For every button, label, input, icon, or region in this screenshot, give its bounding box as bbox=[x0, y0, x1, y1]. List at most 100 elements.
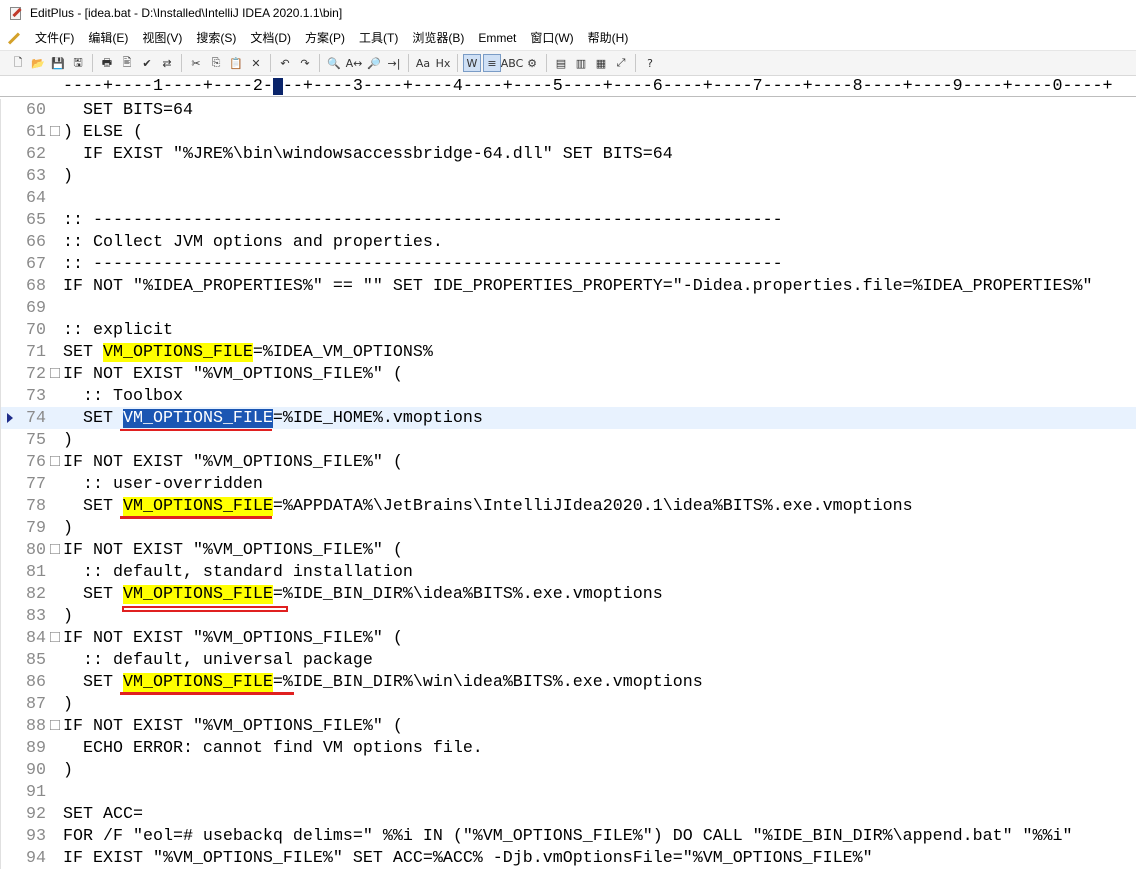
code-line[interactable]: 78 SET VM_OPTIONS_FILE=%APPDATA%\JetBrai… bbox=[0, 495, 1136, 517]
menu-item-10[interactable]: 帮助(H) bbox=[581, 28, 636, 48]
fold-toggle-icon[interactable]: □ bbox=[50, 453, 60, 472]
code-line[interactable]: 60 SET BITS=64 bbox=[0, 99, 1136, 121]
code-line[interactable]: 93 FOR /F "eol=# usebackq delims=" %%i IN… bbox=[0, 825, 1136, 847]
find-replace-icon[interactable]: A↔ bbox=[345, 54, 363, 72]
line-number: 83 bbox=[26, 606, 46, 626]
code-line[interactable]: 63) bbox=[0, 165, 1136, 187]
replace-icon[interactable]: ⇄ bbox=[158, 54, 176, 72]
menu-item-1[interactable]: 编辑(E) bbox=[81, 28, 135, 48]
code-line[interactable]: 88 □ IF NOT EXIST "%VM_OPTIONS_FILE%" ( bbox=[0, 715, 1136, 737]
code-line[interactable]: 61 □) ELSE ( bbox=[0, 121, 1136, 143]
code-text: ) bbox=[63, 761, 73, 780]
open-folder-icon[interactable]: 📂 bbox=[29, 54, 47, 72]
help-icon[interactable]: ? bbox=[641, 54, 659, 72]
menu-item-7[interactable]: 浏览器(B) bbox=[405, 28, 471, 48]
line-number: 78 bbox=[26, 496, 46, 516]
code-line[interactable]: 94 IF EXIST "%VM_OPTIONS_FILE%" SET ACC=%… bbox=[0, 847, 1136, 869]
fold-toggle-icon[interactable]: □ bbox=[50, 123, 60, 142]
code-line[interactable]: 85 :: default, universal package bbox=[0, 649, 1136, 671]
document-selector-icon[interactable]: ▥ bbox=[572, 54, 590, 72]
code-text: ECHO ERROR: cannot find VM options file. bbox=[63, 739, 483, 758]
delete-icon[interactable]: ✕ bbox=[247, 54, 265, 72]
toolbar-separator bbox=[319, 54, 320, 72]
code-text: ) bbox=[63, 695, 73, 714]
code-line[interactable]: 79) bbox=[0, 517, 1136, 539]
find-icon[interactable]: 🔍 bbox=[325, 54, 343, 72]
code-line[interactable]: 84 □ IF NOT EXIST "%VM_OPTIONS_FILE%" ( bbox=[0, 627, 1136, 649]
column-select-icon[interactable]: ABC bbox=[501, 54, 524, 72]
menu-item-6[interactable]: 工具(T) bbox=[352, 28, 405, 48]
code-line[interactable]: 83) bbox=[0, 605, 1136, 627]
toolbar-separator bbox=[408, 54, 409, 72]
browser-icon[interactable]: ▦ bbox=[592, 54, 610, 72]
settings-icon[interactable]: ⚙ bbox=[523, 54, 541, 72]
menu-item-2[interactable]: 视图(V) bbox=[135, 28, 189, 48]
code-line[interactable]: 75) bbox=[0, 429, 1136, 451]
find-in-files-icon[interactable]: 🔎 bbox=[365, 54, 383, 72]
menu-item-5[interactable]: 方案(P) bbox=[298, 28, 352, 48]
fold-toggle-icon[interactable]: □ bbox=[50, 365, 60, 384]
fold-toggle-icon[interactable]: □ bbox=[50, 717, 60, 736]
code-line[interactable]: 77 :: user-overridden bbox=[0, 473, 1136, 495]
menu-item-0[interactable]: 文件(F) bbox=[28, 28, 81, 48]
code-line[interactable]: 68 IF NOT "%IDEA_PROPERTIES%" == "" SET I… bbox=[0, 275, 1136, 297]
code-line[interactable]: 91 bbox=[0, 781, 1136, 803]
menu-item-8[interactable]: Emmet bbox=[471, 28, 523, 48]
line-number: 77 bbox=[26, 474, 46, 494]
code-line[interactable]: 73 :: Toolbox bbox=[0, 385, 1136, 407]
line-numbers-icon[interactable]: ≡ bbox=[483, 54, 501, 72]
code-line[interactable]: 76 □ IF NOT EXIST "%VM_OPTIONS_FILE%" ( bbox=[0, 451, 1136, 473]
code-line[interactable]: 87) bbox=[0, 693, 1136, 715]
code-line[interactable]: 65:: -----------------------------------… bbox=[0, 209, 1136, 231]
code-line[interactable]: 71 SET VM_OPTIONS_FILE=%IDEA_VM_OPTIONS% bbox=[0, 341, 1136, 363]
hex-icon[interactable]: Hx bbox=[434, 54, 452, 72]
code-line[interactable]: 72 □ IF NOT EXIST "%VM_OPTIONS_FILE%" ( bbox=[0, 363, 1136, 385]
undo-icon[interactable]: ↶ bbox=[276, 54, 294, 72]
code-editor[interactable]: 60 SET BITS=64 61 □) ELSE (62 IF EXIST "%J… bbox=[0, 99, 1136, 869]
line-number: 61 bbox=[26, 122, 46, 142]
fold-toggle-icon[interactable]: □ bbox=[50, 541, 60, 560]
code-line[interactable]: 80 □ IF NOT EXIST "%VM_OPTIONS_FILE%" ( bbox=[0, 539, 1136, 561]
code-text: :: explicit bbox=[63, 321, 173, 340]
code-line[interactable]: 70:: explicit bbox=[0, 319, 1136, 341]
print-icon[interactable]: 🖶 bbox=[98, 54, 116, 72]
code-line[interactable]: 82 SET VM_OPTIONS_FILE=%IDE_BIN_DIR%\ide… bbox=[0, 583, 1136, 605]
code-token: SET bbox=[63, 584, 123, 604]
code-line[interactable]: 92 SET ACC= bbox=[0, 803, 1136, 825]
code-line[interactable]: 66:: Collect JVM options and properties. bbox=[0, 231, 1136, 253]
spell-check-icon[interactable]: ✔ bbox=[138, 54, 156, 72]
print-preview-icon[interactable]: 🖹 bbox=[118, 54, 136, 72]
window-list-icon[interactable]: ▤ bbox=[552, 54, 570, 72]
cut-icon[interactable]: ✂ bbox=[187, 54, 205, 72]
save-all-icon[interactable]: 🖫 bbox=[69, 54, 87, 72]
paste-icon[interactable]: 📋 bbox=[227, 54, 245, 72]
code-line[interactable]: 81 :: default, standard installation bbox=[0, 561, 1136, 583]
menu-item-4[interactable]: 文档(D) bbox=[243, 28, 298, 48]
copy-icon[interactable]: ⎘ bbox=[207, 54, 225, 72]
code-line[interactable]: 64 bbox=[0, 187, 1136, 209]
code-line[interactable]: 67:: -----------------------------------… bbox=[0, 253, 1136, 275]
fullscreen-icon[interactable]: ⤢ bbox=[612, 54, 630, 72]
code-line[interactable]: 62 IF EXIST "%JRE%\bin\windowsaccessbrid… bbox=[0, 143, 1136, 165]
line-number: 84 bbox=[26, 628, 46, 648]
fold-toggle-icon[interactable]: □ bbox=[50, 629, 60, 648]
font-icon[interactable]: Aa bbox=[414, 54, 432, 72]
redo-icon[interactable]: ↷ bbox=[296, 54, 314, 72]
code-token: =%IDE_BIN_DIR%\idea%BITS%.exe.vmoptions bbox=[272, 584, 663, 604]
toolbar-separator bbox=[457, 54, 458, 72]
code-line[interactable]: 69 bbox=[0, 297, 1136, 319]
save-icon[interactable]: 💾 bbox=[49, 54, 67, 72]
new-file-icon[interactable]: 🗋 bbox=[9, 54, 27, 72]
code-line[interactable]: 86 SET VM_OPTIONS_FILE=%IDE_BIN_DIR%\win… bbox=[0, 671, 1136, 693]
menu-item-9[interactable]: 窗口(W) bbox=[523, 28, 580, 48]
code-line[interactable]: 89 ECHO ERROR: cannot find VM options fi… bbox=[0, 737, 1136, 759]
goto-line-icon[interactable]: →| bbox=[385, 54, 403, 72]
code-token: IF NOT EXIST "%VM_OPTIONS_FILE%" ( bbox=[63, 540, 403, 560]
code-line[interactable]: 74 SET VM_OPTIONS_FILE=%IDE_HOME%.vmopti… bbox=[0, 407, 1136, 429]
menu-item-3[interactable]: 搜索(S) bbox=[189, 28, 243, 48]
code-token: ECHO ERROR: cannot find VM options file. bbox=[63, 738, 483, 758]
code-token: :: default, universal package bbox=[63, 650, 373, 670]
code-text: ) bbox=[63, 167, 73, 186]
word-wrap-icon[interactable]: W bbox=[463, 54, 481, 72]
code-line[interactable]: 90) bbox=[0, 759, 1136, 781]
